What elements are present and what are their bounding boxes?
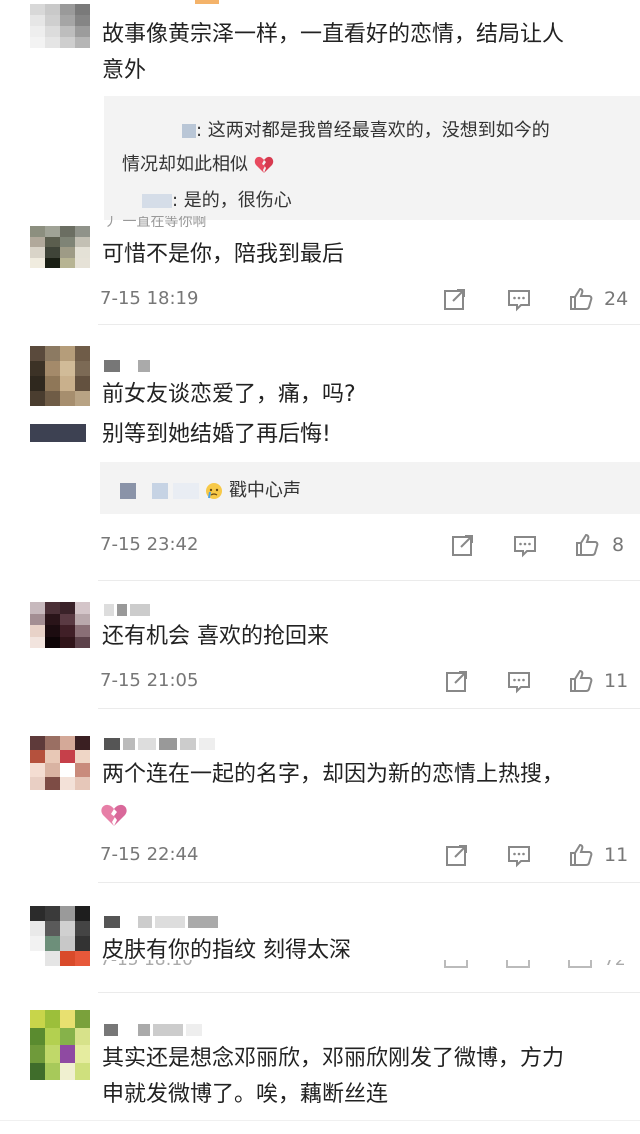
share-icon[interactable]	[450, 532, 476, 558]
comment-meta: 7-15 23:42 8	[100, 530, 640, 560]
divider	[98, 992, 640, 993]
comment-text-cont: 别等到她结婚了再后悔!	[102, 422, 331, 447]
reply-box[interactable]: : 这两对都是我曾经最喜欢的，没想到如今的 情况却如此相似 : 是的，很伤心	[104, 96, 640, 220]
like-count: 11	[604, 670, 629, 692]
comment-icon[interactable]	[512, 532, 538, 558]
reply-user-name	[142, 194, 172, 208]
top-highlight-strip	[195, 0, 219, 4]
thumbs-up-icon[interactable]	[574, 532, 600, 558]
username-blurred[interactable]	[104, 738, 215, 750]
avatar[interactable]	[30, 736, 90, 790]
clipped-meta-row: 7-15 18:10 72	[100, 960, 626, 970]
avatar[interactable]	[30, 906, 90, 966]
timestamp: 7-15 18:19	[100, 288, 199, 309]
avatar[interactable]	[30, 346, 90, 406]
reply-user-avatar	[182, 124, 196, 138]
thumbs-up-icon[interactable]	[568, 286, 594, 312]
avatar[interactable]	[30, 4, 90, 48]
reply-box[interactable]: 戳中心声	[100, 462, 640, 514]
divider	[0, 1120, 640, 1121]
username-blurred[interactable]	[104, 916, 218, 928]
divider	[98, 882, 640, 883]
comment-text: 故事像黄宗泽一样，一直看好的恋情，结局让人	[102, 22, 565, 47]
share-icon[interactable]	[444, 842, 470, 868]
comment-icon[interactable]	[506, 842, 532, 868]
divider	[98, 324, 640, 325]
username-blurred[interactable]	[104, 604, 150, 616]
reply-text: : 这两对都是我曾经最喜欢的，没想到如今的	[196, 120, 550, 141]
comment-meta: 7-15 22:44 11	[100, 840, 640, 870]
comment-meta: 7-15 18:19 24	[100, 284, 640, 314]
avatar[interactable]	[30, 602, 90, 648]
timestamp: 7-15 23:42	[100, 534, 199, 555]
comment-text: 前女友谈恋爱了，痛，吗?	[102, 382, 356, 407]
share-icon[interactable]	[442, 286, 468, 312]
share-icon[interactable]	[444, 668, 470, 694]
reply-text: 戳中心声	[228, 480, 301, 501]
comment-icon[interactable]	[506, 286, 532, 312]
comment-text: 其实还是想念邓丽欣，邓丽欣刚发了微博，方力	[102, 1046, 565, 1071]
username-blurred[interactable]	[104, 360, 150, 372]
partially-hidden-text: 丿 一直在等你啊	[104, 216, 207, 228]
reply-text: : 是的，很伤心	[172, 190, 292, 211]
reply-user-avatar	[120, 483, 136, 499]
timestamp: 7-15 21:05	[100, 670, 199, 691]
reply-text: 情况却如此相似	[122, 154, 248, 175]
divider	[98, 580, 640, 581]
like-count: 8	[612, 534, 625, 556]
broken-heart-icon	[254, 156, 273, 173]
reply-user-name	[151, 483, 168, 499]
reply-line: : 这两对都是我曾经最喜欢的，没想到如今的	[182, 116, 550, 142]
crying-face-emoji	[206, 483, 223, 499]
username-blurred[interactable]	[104, 1024, 202, 1036]
reply-user-name	[173, 483, 200, 499]
timestamp: 7-15 22:44	[100, 844, 199, 865]
comment-text: 两个连在一起的名字，却因为新的恋情上热搜，	[102, 762, 565, 787]
divider	[98, 708, 640, 709]
comment-text: 可惜不是你，陪我到最后	[102, 242, 345, 267]
reply-line: : 是的，很伤心	[142, 186, 292, 212]
comment-meta: 7-15 21:05 11	[100, 666, 640, 696]
comment-text: 还有机会 喜欢的抢回来	[102, 624, 329, 649]
avatar[interactable]	[30, 226, 90, 268]
thumbs-up-icon[interactable]	[568, 668, 594, 694]
broken-heart-emoji	[101, 804, 127, 826]
comment-text-cont: 申就发微博了。唉，藕断丝连	[102, 1082, 389, 1107]
like-count: 11	[604, 844, 629, 866]
avatar-fragment	[30, 424, 86, 442]
like-count: 24	[604, 288, 629, 310]
avatar[interactable]	[30, 1010, 90, 1080]
thumbs-up-icon[interactable]	[568, 842, 594, 868]
comment-icon[interactable]	[506, 668, 532, 694]
comment-text-cont: 意外	[102, 58, 147, 83]
reply-line: 戳中心声	[120, 476, 301, 502]
reply-line: 情况却如此相似	[122, 150, 274, 176]
